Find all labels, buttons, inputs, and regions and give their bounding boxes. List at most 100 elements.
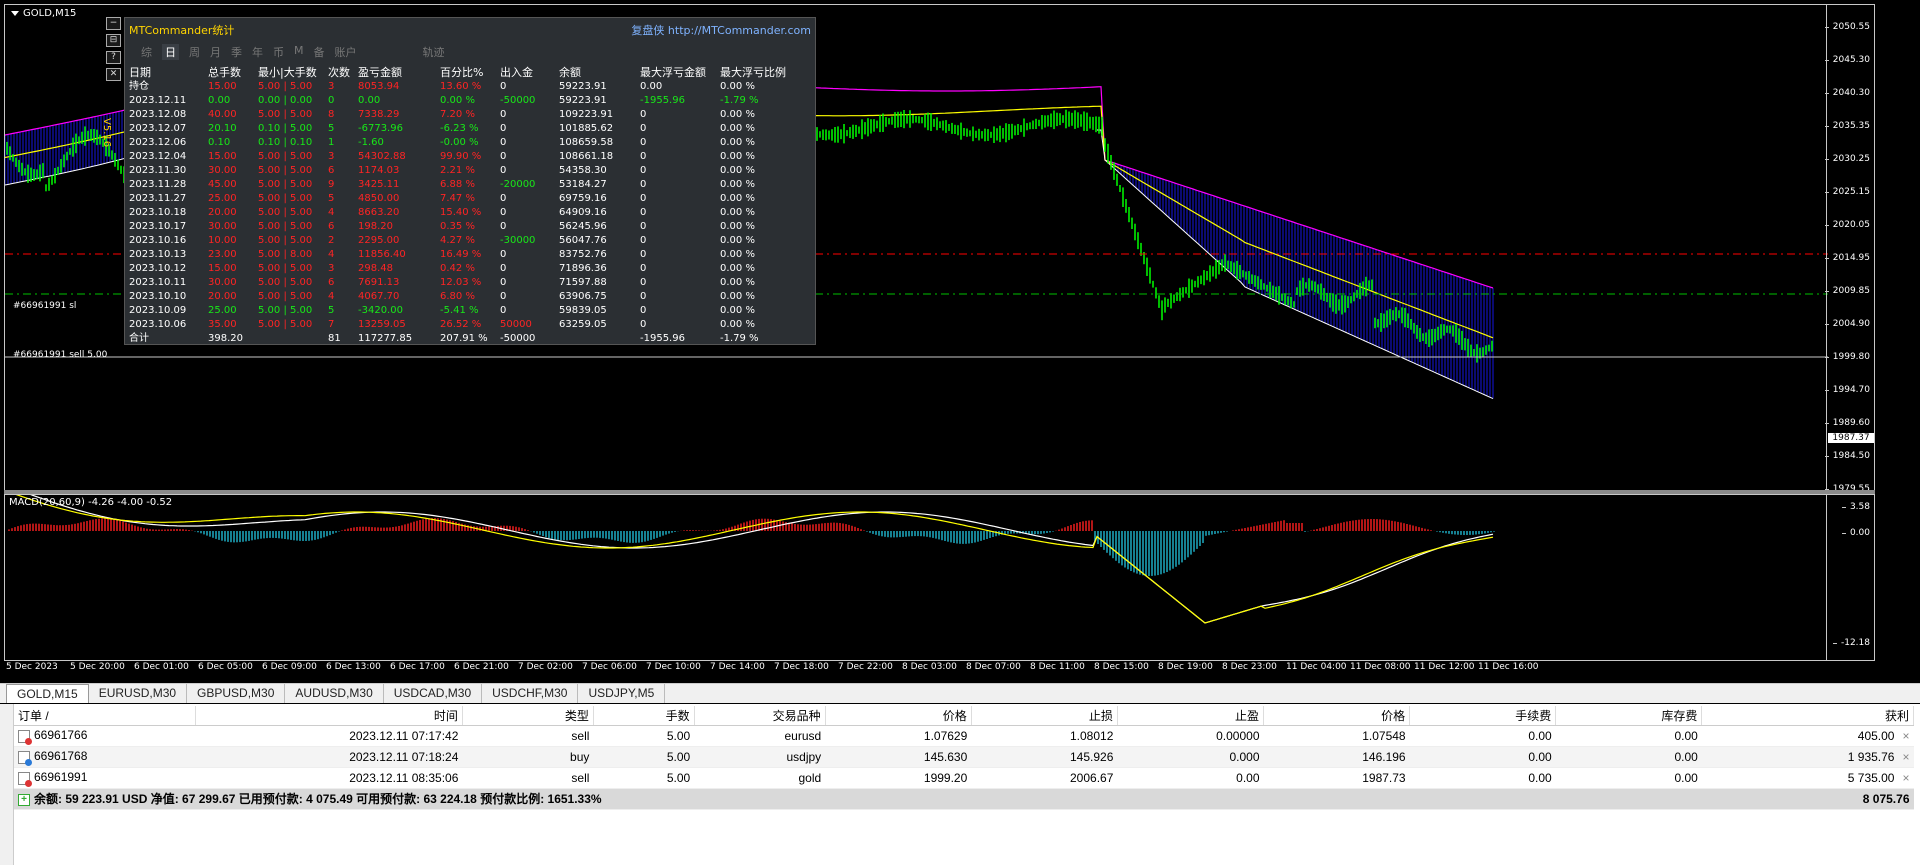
orders-column-header[interactable]: 订单 /	[14, 706, 196, 726]
orders-column-header[interactable]: 止盈	[1117, 706, 1265, 726]
stats-cell: 5.00 | 5.00	[258, 109, 313, 120]
orders-column-header[interactable]: 手数	[593, 706, 695, 726]
stats-column-header: 总手数	[208, 66, 241, 79]
stats-cell: 20.00	[208, 207, 237, 218]
layout-button[interactable]: ⊟	[106, 34, 121, 47]
time-tick: 7 Dec 02:00	[518, 662, 573, 672]
order-type: buy	[462, 746, 594, 768]
stats-cell: 0.35 %	[440, 221, 475, 232]
stats-cell: 0	[640, 305, 647, 316]
symbol-tab[interactable]: EURUSD,M30	[89, 684, 188, 703]
stats-cell: 0	[640, 109, 647, 120]
stats-cell: 56245.96	[559, 221, 607, 232]
price-tick: 2045.30	[1824, 55, 1870, 65]
sl-line-label: #66961991 sl	[13, 301, 77, 311]
time-tick: 7 Dec 22:00	[838, 662, 893, 672]
minimize-button[interactable]: −	[106, 17, 121, 30]
stats-row: 2023.10.13 23.00 5.00 | 8.00 4 11856.40 16.49…	[129, 248, 800, 262]
order-profit: 405.00	[1857, 728, 1895, 743]
order-lots: 5.00	[593, 746, 695, 768]
stats-tab[interactable]: 年	[252, 44, 263, 60]
macd-plot	[8, 495, 1495, 624]
order-row[interactable]: 66961768 2023.12.11 07:18:24 buy 5.00 usdjpy…	[14, 746, 1914, 768]
orders-column-header[interactable]: 交易品种	[694, 706, 826, 726]
stats-tab[interactable]: 轨迹	[423, 44, 445, 60]
stats-tab[interactable]: 币	[273, 44, 284, 60]
stats-row: 2023.10.17 30.00 5.00 | 5.00 6 198.20 0.35 % 0…	[129, 220, 800, 234]
stats-cell: 54358.30	[559, 165, 607, 176]
help-button[interactable]: ?	[106, 51, 121, 64]
stats-cell: 30.00	[208, 277, 237, 288]
stats-cell: 8053.94	[358, 81, 400, 92]
orders-column-header[interactable]: 手续费	[1409, 706, 1557, 726]
stats-cell: 5.00 | 5.00	[258, 235, 313, 246]
close-order-icon[interactable]: ×	[1902, 750, 1909, 764]
symbol-tab[interactable]: GOLD,M15	[6, 684, 89, 703]
stats-cell: 0	[640, 165, 647, 176]
stats-tab[interactable]: 周	[189, 44, 200, 60]
stats-cell: 15.00	[208, 263, 237, 274]
stats-tab[interactable]: 季	[231, 44, 242, 60]
sell-order-icon	[18, 729, 32, 745]
order-type: sell	[462, 725, 594, 747]
close-order-icon[interactable]: ×	[1902, 729, 1909, 743]
order-symbol: gold	[694, 767, 826, 789]
symbol-tab[interactable]: USDCAD,M30	[384, 684, 483, 703]
order-time: 2023.12.11 08:35:06	[195, 767, 463, 789]
stats-tab[interactable]: 账户	[335, 44, 357, 60]
stats-tab[interactable]: 日	[162, 44, 179, 60]
stats-cell: 2023.12.11	[129, 95, 187, 106]
stats-cell: 4	[328, 291, 335, 302]
stats-title: MTCommander统计	[129, 24, 235, 37]
chart-title: GOLD,M15	[11, 8, 76, 19]
stats-tab[interactable]: 综	[141, 44, 152, 60]
stats-tab[interactable]: 备	[314, 44, 325, 60]
symbol-tab[interactable]: USDJPY,M5	[578, 684, 666, 703]
orders-column-header[interactable]: 价格	[825, 706, 972, 726]
stats-cell: 0.00 %	[720, 109, 755, 120]
time-tick: 6 Dec 09:00	[262, 662, 317, 672]
stats-site-link[interactable]: 复盘侠 http://MTCommander.com	[631, 22, 811, 38]
time-tick: 11 Dec 16:00	[1478, 662, 1539, 672]
stats-cell: 45.00	[208, 179, 237, 190]
orders-column-header[interactable]: 库存费	[1555, 706, 1703, 726]
close-button[interactable]: ✕	[106, 68, 121, 81]
close-order-icon[interactable]: ×	[1902, 771, 1909, 785]
stats-column-header: 出入金	[500, 66, 533, 79]
order-row[interactable]: 66961766 2023.12.11 07:17:42 sell 5.00 eurus…	[14, 725, 1914, 747]
stats-cell: 13259.05	[358, 319, 406, 330]
stats-cell: -6.23 %	[440, 123, 479, 134]
orders-column-header[interactable]: 获利	[1701, 706, 1914, 726]
orders-column-header[interactable]: 止损	[971, 706, 1118, 726]
stats-cell: 71597.88	[559, 277, 607, 288]
symbol-tab[interactable]: USDCHF,M30	[482, 684, 579, 703]
order-row[interactable]: 66961991 2023.12.11 08:35:06 sell 5.00 gold 1…	[14, 767, 1914, 789]
symbol-tab[interactable]: GBPUSD,M30	[187, 684, 286, 703]
stats-row: 2023.12.06 0.10 0.10 | 0.10 1 -1.60 -0.00 % 0 1…	[129, 136, 800, 150]
stats-row: 2023.11.30 30.00 5.00 | 5.00 6 1174.03 2.21 %…	[129, 164, 800, 178]
macd-axis[interactable]: 3.58 0.00 -12.18	[1826, 495, 1874, 660]
macd-panel[interactable]: MACD(20,60,9) -4.26 -4.00 -0.52 3.58 0.00…	[4, 494, 1875, 661]
chart-menu-icon[interactable]	[11, 10, 19, 16]
terminal-side-strip[interactable]	[0, 704, 14, 865]
time-tick: 11 Dec 04:00	[1286, 662, 1347, 672]
stats-row: 2023.10.09 25.00 5.00 | 5.00 5 -3420.00 -5.41…	[129, 304, 800, 318]
symbol-tab[interactable]: AUDUSD,M30	[285, 684, 384, 703]
stats-cell: 7338.29	[358, 109, 400, 120]
stats-cell: 0.00 %	[720, 137, 755, 148]
stats-total-cell: 合计	[129, 333, 149, 344]
order-tp: 0.00	[1117, 767, 1264, 789]
orders-column-header[interactable]: 价格	[1263, 706, 1411, 726]
stats-cell: 69759.16	[559, 193, 607, 204]
stats-tab[interactable]: 月	[210, 44, 221, 60]
orders-column-header[interactable]: 时间	[195, 706, 463, 726]
price-tick: 2050.55	[1824, 22, 1870, 32]
stats-cell: 0	[640, 235, 647, 246]
stats-cell: 0.00 %	[720, 221, 755, 232]
stats-cell: 2023.12.06	[129, 137, 187, 148]
stats-cell: 3	[328, 81, 335, 92]
price-axis[interactable]: 2050.55 2045.30 2040.30 2035.35 2030.25 2025.…	[1824, 5, 1874, 490]
stats-cell: 0.00 %	[720, 165, 755, 176]
stats-tab[interactable]: M	[294, 44, 304, 60]
orders-column-header[interactable]: 类型	[462, 706, 594, 726]
